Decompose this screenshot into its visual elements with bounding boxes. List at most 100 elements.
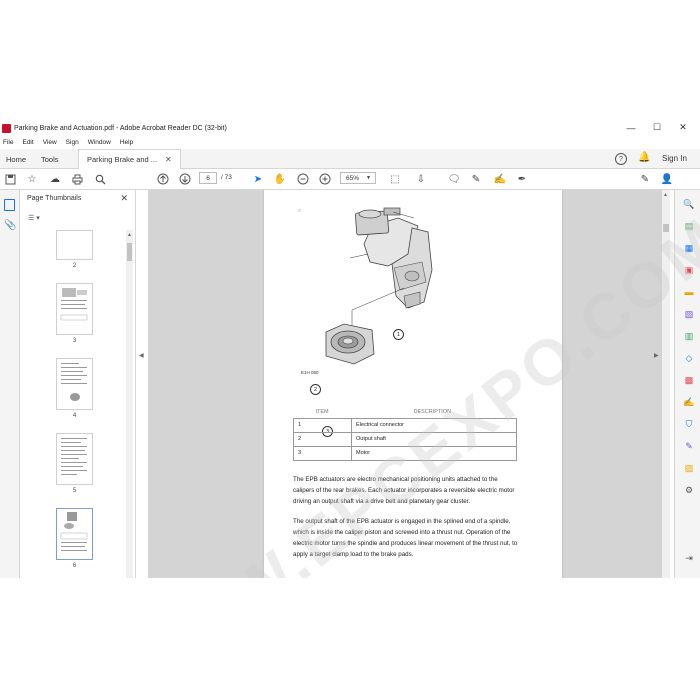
acrobat-window: Parking Brake and Actuation.pdf - Adobe … — [0, 120, 700, 578]
callout-2: 2 — [310, 384, 321, 395]
scroll-up-arrow-icon[interactable]: ▲ — [663, 192, 668, 198]
menu-file[interactable]: File — [3, 139, 13, 146]
collapse-tools-icon[interactable]: ⇥ — [683, 552, 695, 564]
export-pdf-icon[interactable]: ▤ — [683, 220, 695, 232]
zoom-in-icon[interactable] — [318, 172, 332, 186]
search-icon[interactable] — [93, 172, 107, 186]
thumbnail-label: 3 — [72, 338, 77, 344]
combine-files-icon[interactable]: ▧ — [683, 308, 695, 320]
fit-page-icon[interactable]: ⬚ — [388, 172, 402, 186]
help-icon[interactable]: ? — [615, 153, 627, 165]
maximize-button[interactable]: ☐ — [644, 121, 670, 134]
thumbnail-label: 4 — [72, 413, 77, 419]
scroll-mode-icon[interactable]: ⇩ — [414, 172, 428, 186]
menu-edit[interactable]: Edit — [22, 139, 33, 146]
more-tools-icon[interactable]: ⚙ — [683, 484, 695, 496]
scroll-up-arrow-icon[interactable]: ▲ — [127, 232, 132, 238]
tab-close-icon[interactable]: ✕ — [165, 155, 172, 164]
table-cell-item: 3 — [293, 445, 352, 461]
send-for-review-icon[interactable]: ▨ — [683, 462, 695, 474]
hand-tool-icon[interactable]: ✋ — [273, 172, 287, 186]
figure-code: E1H 060 — [301, 370, 319, 375]
zoom-level-select[interactable]: 65% ▼ — [340, 172, 376, 184]
window-title: Parking Brake and Actuation.pdf - Adobe … — [14, 124, 227, 132]
body-paragraph-1: The EPB actuators are electro mechanical… — [293, 476, 515, 505]
compress-pdf-icon[interactable]: ◇ — [683, 352, 695, 364]
table-cell-item: 1 — [293, 417, 352, 433]
bookmark-star-icon[interactable]: ☆ — [25, 172, 39, 186]
document-scroll-thumb[interactable] — [663, 224, 669, 232]
request-signature-icon[interactable]: ✎ — [683, 440, 695, 452]
tab-home[interactable]: Home — [6, 149, 26, 169]
share-edit-icon[interactable]: ✎ — [638, 172, 652, 186]
thumbnail-label: 6 — [72, 563, 77, 569]
thumbnail-page[interactable] — [56, 230, 93, 260]
table-cell-description: Motor — [351, 445, 517, 461]
attachment-paperclip-icon[interactable]: 📎 — [4, 220, 16, 231]
thumbnail-scroll-thumb[interactable] — [127, 243, 132, 261]
menu-help[interactable]: Help — [120, 139, 133, 146]
page-count: / 73 — [221, 174, 232, 181]
edit-pdf-icon[interactable]: ▦ — [683, 242, 695, 254]
previous-page-icon[interactable] — [156, 172, 170, 186]
thumbnail-page[interactable] — [56, 283, 93, 335]
minimize-button[interactable]: — — [618, 121, 644, 134]
zoom-out-icon[interactable] — [296, 172, 310, 186]
title-bar: Parking Brake and Actuation.pdf - Adobe … — [0, 120, 700, 136]
thumbnail-page[interactable] — [56, 433, 93, 485]
zoom-level-value: 65% — [346, 174, 360, 182]
current-page-input[interactable]: 6 — [199, 172, 217, 184]
close-window-button[interactable]: ✕ — [670, 121, 696, 134]
create-pdf-icon[interactable]: ▣ — [683, 264, 695, 276]
table-cell-description: Output shaft — [351, 431, 517, 447]
next-page-icon[interactable] — [178, 172, 192, 186]
menu-window[interactable]: Window — [88, 139, 111, 146]
parts-table: ITEM DESCRIPTION 1 Electrical connector … — [293, 407, 517, 461]
right-tools-rail: 🔍 ▤ ▦ ▣ ▬ ▧ ▥ ◇ ▩ ✍ ⛉ ✎ ▨ ⚙ ⇥ — [674, 190, 700, 578]
zoom-search-icon[interactable]: 🔍 — [683, 198, 695, 210]
sign-in-button[interactable]: Sign In — [662, 154, 687, 163]
print-icon[interactable] — [70, 172, 84, 186]
protect-shield-icon[interactable]: ⛉ — [683, 418, 695, 430]
panel-close-icon[interactable]: ✕ — [120, 193, 128, 204]
thumbnail-list: 2 3 4 5 6 — [20, 230, 126, 578]
expand-right-arrow-icon[interactable]: ▶ — [654, 352, 659, 359]
select-cursor-icon[interactable]: ➤ — [251, 172, 265, 186]
comment-icon[interactable]: 🗨 — [447, 172, 461, 186]
thumbnail-page-current[interactable] — [56, 508, 93, 560]
thumbnail-scrollbar[interactable]: ▲ — [126, 230, 133, 578]
magnifier-icon: ⌕ — [298, 208, 302, 214]
document-viewer[interactable]: ▶ ⌕ 1 2 3 E1H 060 ITEM DESCRIPTION 1 Ele… — [148, 190, 662, 578]
thumbnail-label: 5 — [72, 488, 77, 494]
draw-freehand-icon[interactable]: ✍ — [493, 172, 507, 186]
highlight-pen-icon[interactable]: ✎ — [469, 172, 483, 186]
chevron-down-icon: ▼ — [366, 175, 371, 181]
document-scrollbar[interactable]: ▲ — [662, 190, 670, 578]
thumbnail-options-button[interactable]: ☰ ▾ — [28, 213, 46, 223]
page-thumbnails-icon[interactable] — [4, 199, 15, 211]
table-header-item: ITEM — [315, 409, 329, 416]
tab-document-label: Parking Brake and ... — [87, 155, 158, 164]
table-row: 3 Motor — [293, 445, 517, 461]
save-icon[interactable] — [3, 172, 17, 186]
upload-cloud-icon[interactable]: ☁ — [48, 172, 62, 186]
menu-sign[interactable]: Sign — [66, 139, 79, 146]
table-cell-description: Electrical connector — [351, 417, 517, 433]
body-paragraph-2: The output shaft of the EPB actuator is … — [293, 518, 518, 558]
fill-sign-icon[interactable]: ✒ — [515, 172, 529, 186]
tab-document[interactable]: Parking Brake and ... ✕ — [78, 149, 181, 169]
fill-and-sign-icon[interactable]: ✍ — [683, 396, 695, 408]
redact-icon[interactable]: ▩ — [683, 374, 695, 386]
panel-title: Page Thumbnails — [27, 194, 82, 202]
menu-view[interactable]: View — [43, 139, 57, 146]
table-header-description: DESCRIPTION — [413, 409, 452, 416]
comment-tool-icon[interactable]: ▬ — [683, 286, 695, 298]
collapse-panel-arrow-icon[interactable]: ◀ — [139, 352, 144, 359]
page-thumbnails-panel: Page Thumbnails ✕ ☰ ▾ 2 3 4 5 6 ▲ — [20, 190, 136, 578]
table-cell-item: 2 — [293, 431, 352, 447]
add-user-icon[interactable]: 👤 — [660, 172, 674, 186]
tab-tools[interactable]: Tools — [41, 149, 59, 169]
organize-pages-icon[interactable]: ▥ — [683, 330, 695, 342]
thumbnail-page[interactable] — [56, 358, 93, 410]
notifications-icon[interactable]: 🔔 — [638, 152, 650, 163]
